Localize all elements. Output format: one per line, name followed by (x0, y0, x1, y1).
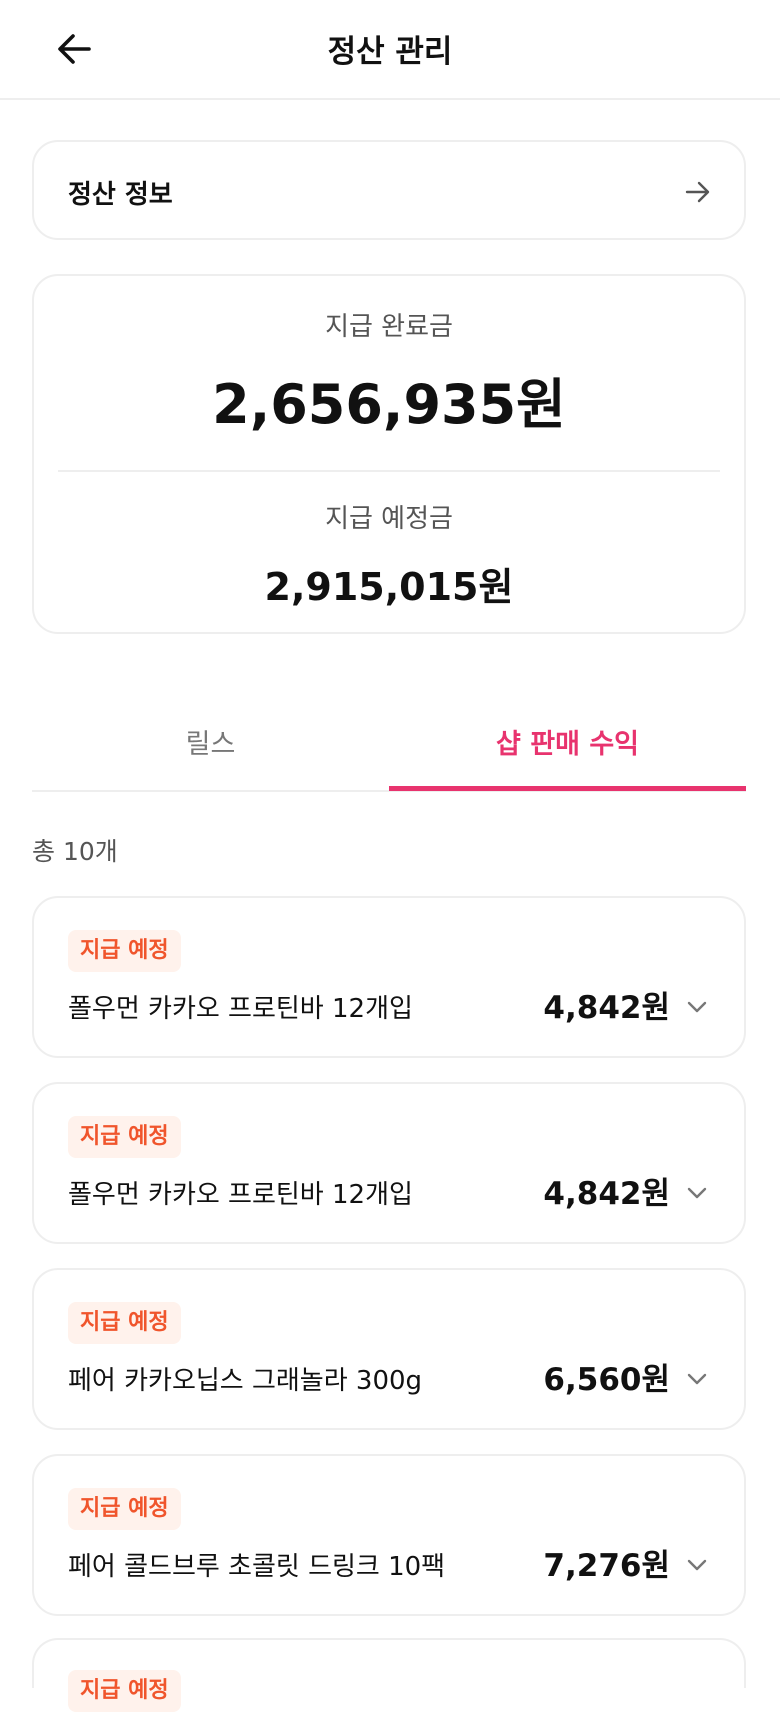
chevron-down-icon[interactable] (686, 1182, 708, 1204)
list-item[interactable]: 지급 예정 페어 콜드브루 초콜릿 드링크 10팩 7,276원 (32, 1454, 746, 1616)
status-badge: 지급 예정 (68, 1302, 181, 1344)
list-item[interactable]: 지급 예정 폴우먼 카카오 프로틴바 12개입 4,842원 (32, 1082, 746, 1244)
status-badge: 지급 예정 (68, 1488, 181, 1530)
status-badge: 지급 예정 (68, 930, 181, 972)
chevron-down-icon[interactable] (686, 1554, 708, 1576)
status-badge: 지급 예정 (68, 1670, 181, 1712)
summary-divider (58, 470, 720, 472)
settlement-summary-card: 지급 완료금 2,656,935원 지급 예정금 2,915,015원 (32, 274, 746, 634)
tab-reels[interactable]: 릴스 (32, 700, 389, 790)
product-name: 폴우먼 카카오 프로틴바 12개입 (68, 994, 413, 1024)
item-amount: 4,842원 (543, 990, 670, 1026)
app-header: 정산 관리 (0, 0, 780, 100)
item-amount: 7,276원 (543, 1548, 670, 1584)
list-item[interactable]: 지급 예정 (32, 1638, 746, 1712)
item-amount: 6,560원 (543, 1362, 670, 1398)
arrow-right-icon (685, 181, 710, 203)
item-count: 총 10개 (32, 837, 118, 866)
product-name: 페어 콜드브루 초콜릿 드링크 10팩 (68, 1552, 446, 1582)
item-amount: 4,842원 (543, 1176, 670, 1212)
scheduled-amount-value: 2,915,015원 (264, 565, 514, 609)
chevron-down-icon[interactable] (686, 996, 708, 1018)
product-name: 폴우먼 카카오 프로틴바 12개입 (68, 1180, 413, 1210)
scheduled-amount-label: 지급 예정금 (325, 504, 453, 534)
settlement-info-label: 정산 정보 (68, 180, 173, 210)
tab-bar: 릴스 샵 판매 수익 (32, 700, 746, 792)
status-badge: 지급 예정 (68, 1116, 181, 1158)
page-title: 정산 관리 (327, 34, 453, 70)
list-item[interactable]: 지급 예정 페어 카카오닙스 그래놀라 300g 6,560원 (32, 1268, 746, 1430)
paid-amount-value: 2,656,935원 (212, 373, 566, 436)
tab-shop-sales-revenue[interactable]: 샵 판매 수익 (389, 700, 746, 791)
list-item[interactable]: 지급 예정 폴우먼 카카오 프로틴바 12개입 4,842원 (32, 896, 746, 1058)
settlement-info-button[interactable]: 정산 정보 (32, 140, 746, 240)
product-name: 페어 카카오닙스 그래놀라 300g (68, 1366, 423, 1396)
chevron-down-icon[interactable] (686, 1368, 708, 1390)
paid-amount-label: 지급 완료금 (325, 312, 453, 342)
